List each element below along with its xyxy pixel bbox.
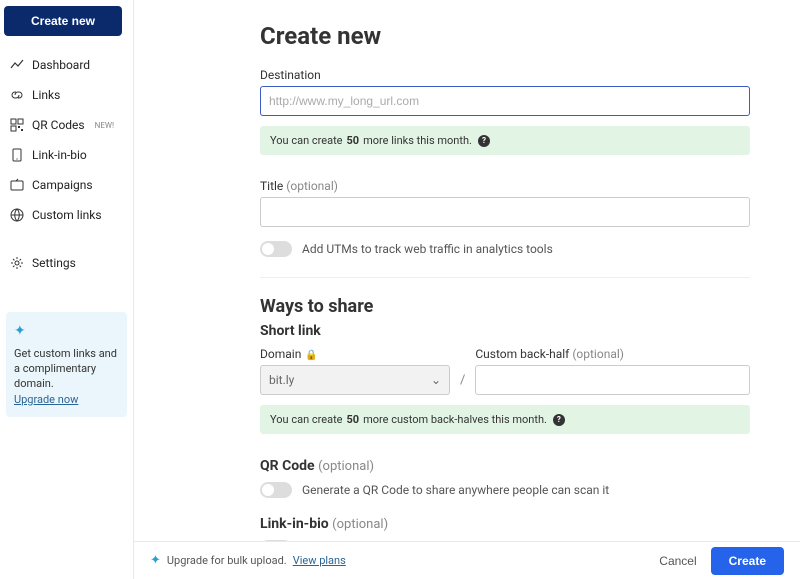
utm-label: Add UTMs to track web traffic in analyti… xyxy=(302,242,553,256)
create-new-button[interactable]: Create new xyxy=(4,6,122,36)
view-plans-link[interactable]: View plans xyxy=(293,554,346,567)
nav-label: Campaigns xyxy=(32,178,93,192)
promo-card: ✦ Get custom links and a complimentary d… xyxy=(6,312,127,417)
qr-toggle[interactable] xyxy=(260,482,292,498)
backhalf-input[interactable] xyxy=(475,365,750,395)
destination-label: Destination xyxy=(260,68,750,82)
nav-links[interactable]: Links xyxy=(0,80,133,110)
qr-heading: QR Code (optional) xyxy=(260,458,750,474)
page-title: Create new xyxy=(260,22,750,50)
title-input[interactable] xyxy=(260,197,750,227)
nav-link-in-bio[interactable]: Link-in-bio xyxy=(0,140,133,170)
help-icon[interactable]: ? xyxy=(553,414,565,426)
domain-label: Domain🔒 xyxy=(260,347,450,361)
nav-qr-codes[interactable]: QR Codes NEW! xyxy=(0,110,133,140)
qr-icon xyxy=(10,118,24,132)
destination-input[interactable] xyxy=(260,86,750,116)
create-button[interactable]: Create xyxy=(711,547,784,575)
slash-separator: / xyxy=(460,373,465,395)
lib-heading: Link-in-bio (optional) xyxy=(260,516,750,532)
ways-to-share-heading: Ways to share xyxy=(260,296,750,317)
campaign-icon xyxy=(10,178,24,192)
sparkle-icon: ✦ xyxy=(14,322,119,342)
main-content: Create new Destination You can create 50… xyxy=(134,0,800,541)
chevron-down-icon: ⌄ xyxy=(431,373,441,387)
qr-toggle-label: Generate a QR Code to share anywhere peo… xyxy=(302,483,609,497)
backhalf-remaining-banner: You can create 50 more custom back-halve… xyxy=(260,405,750,434)
new-badge: NEW! xyxy=(95,121,114,130)
lock-icon: 🔒 xyxy=(305,350,317,361)
domain-select[interactable]: bit.ly ⌄ xyxy=(260,365,450,395)
nav-label: Custom links xyxy=(32,208,102,222)
help-icon[interactable]: ? xyxy=(478,135,490,147)
nav-label: Link-in-bio xyxy=(32,148,87,162)
link-icon xyxy=(10,88,24,102)
title-label: Title (optional) xyxy=(260,179,750,193)
footer-bar: ✦ Upgrade for bulk upload. View plans Ca… xyxy=(134,541,800,579)
nav-label: Links xyxy=(32,88,60,102)
short-link-heading: Short link xyxy=(260,323,750,339)
nav-label: Dashboard xyxy=(32,58,90,72)
gear-icon xyxy=(10,256,24,270)
divider xyxy=(260,277,750,278)
utm-toggle[interactable] xyxy=(260,241,292,257)
backhalf-label: Custom back-half (optional) xyxy=(475,347,750,361)
cancel-button[interactable]: Cancel xyxy=(645,547,710,575)
sidebar: Create new Dashboard Links QR Codes NEW!… xyxy=(0,0,134,579)
sparkle-icon: ✦ xyxy=(150,553,161,568)
nav-campaigns[interactable]: Campaigns xyxy=(0,170,133,200)
nav-custom-links[interactable]: Custom links xyxy=(0,200,133,230)
nav-label: QR Codes xyxy=(32,118,85,132)
footer-upgrade-text: Upgrade for bulk upload. xyxy=(167,554,287,567)
links-remaining-banner: You can create 50 more links this month.… xyxy=(260,126,750,155)
upgrade-now-link[interactable]: Upgrade now xyxy=(14,393,78,406)
nav-dashboard[interactable]: Dashboard xyxy=(0,50,133,80)
nav-settings[interactable]: Settings xyxy=(0,248,133,278)
globe-icon xyxy=(10,208,24,222)
bio-icon xyxy=(10,148,24,162)
nav-label: Settings xyxy=(32,256,76,270)
promo-text: Get custom links and a complimentary dom… xyxy=(14,347,117,391)
dashboard-icon xyxy=(10,58,24,72)
